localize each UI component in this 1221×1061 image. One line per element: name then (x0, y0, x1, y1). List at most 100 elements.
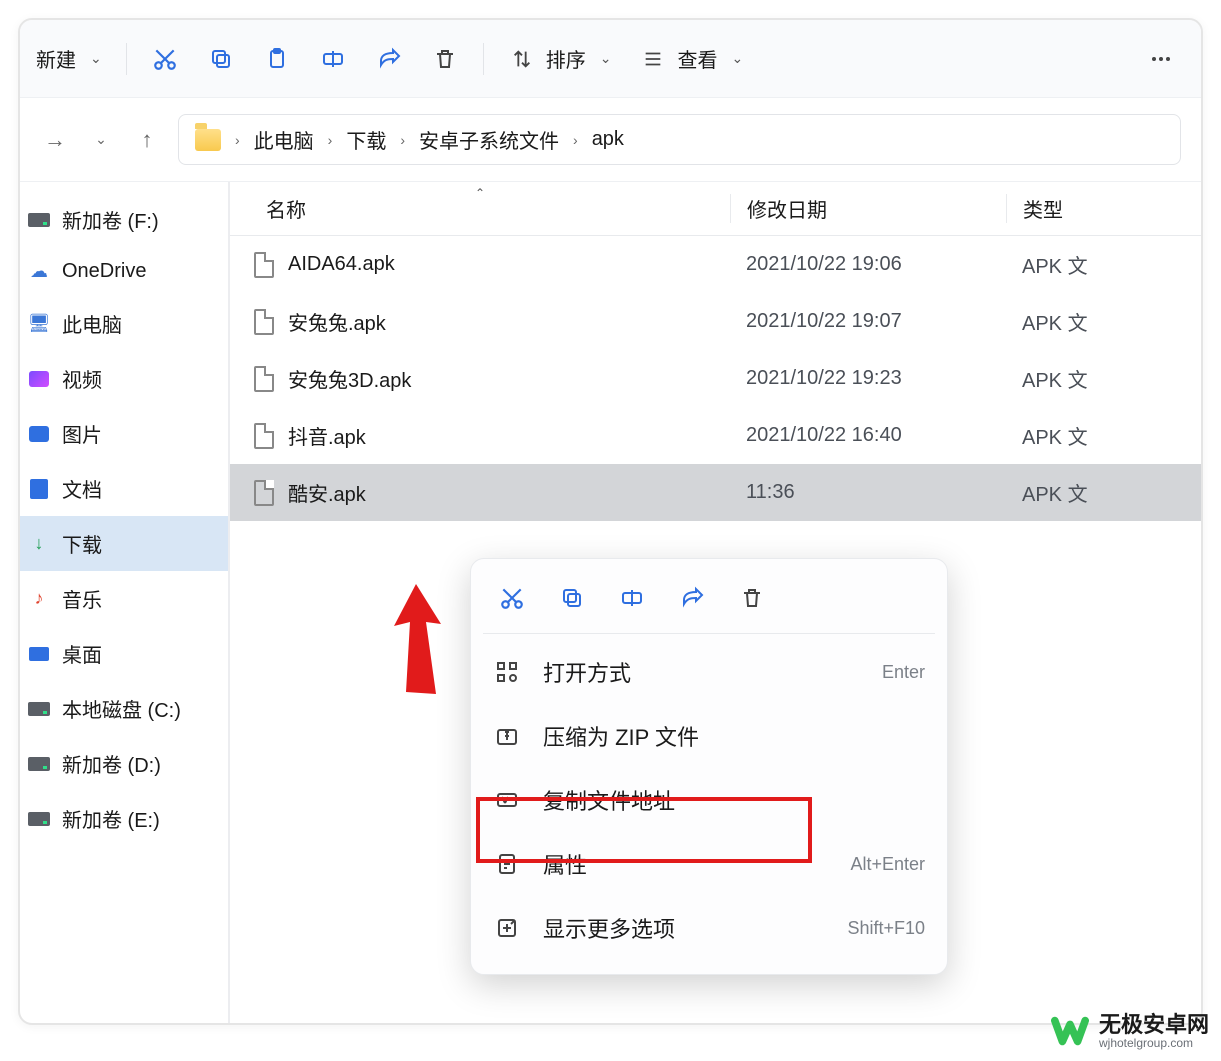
pc-icon: 🖥 (28, 313, 50, 335)
paste-button[interactable] (253, 39, 301, 79)
sidebar-item[interactable]: 图片 (20, 406, 228, 461)
drive-icon (28, 209, 50, 231)
chevron-right-icon: › (573, 132, 578, 148)
file-type: APK 文 (1006, 421, 1201, 450)
context-menu-item[interactable]: 属性 Alt+Enter (471, 832, 947, 896)
copy-icon[interactable] (557, 583, 587, 613)
separator (483, 43, 484, 75)
rename-icon[interactable] (617, 583, 647, 613)
file-type: APK 文 (1006, 307, 1201, 336)
file-row[interactable]: 安兔兔3D.apk 2021/10/22 19:23 APK 文 (230, 350, 1201, 407)
sort-button[interactable]: 排序 ⌄ (498, 38, 622, 79)
file-type: APK 文 (1006, 478, 1201, 507)
sidebar-item[interactable]: 新加卷 (E:) (20, 791, 228, 846)
sidebar-item[interactable]: 新加卷 (F:) (20, 192, 228, 247)
share-icon[interactable] (677, 583, 707, 613)
new-label: 新建 (36, 44, 76, 73)
watermark-title: 无极安卓网 (1099, 1014, 1209, 1036)
sidebar-item[interactable]: ☁OneDrive (20, 247, 228, 296)
file-icon (254, 366, 274, 392)
sidebar: 新加卷 (F:)☁OneDrive🖥此电脑视频图片文档 ↓下载 ♪ 音乐桌面本地磁盘 … (20, 182, 230, 1023)
desktop-icon (28, 643, 50, 665)
breadcrumb-segment[interactable]: 安卓子系统文件 (419, 125, 559, 154)
column-type[interactable]: 类型 (1006, 194, 1201, 223)
breadcrumb[interactable]: › 此电脑 › 下载 › 安卓子系统文件 › apk (178, 114, 1181, 165)
cut-icon (151, 45, 179, 73)
sidebar-item[interactable]: 🖥此电脑 (20, 296, 228, 351)
sidebar-item-label: 新加卷 (E:) (62, 804, 160, 833)
context-menu-label: 显示更多选项 (543, 912, 675, 944)
props-icon (493, 850, 521, 878)
column-name[interactable]: ⌃ 名称 (230, 194, 730, 223)
download-icon: ↓ (28, 533, 50, 555)
file-row[interactable]: 酷安.apk 11:36 APK 文 (230, 464, 1201, 521)
sidebar-item-label: 视频 (62, 364, 102, 393)
view-button[interactable]: 查看 ⌄ (629, 38, 753, 79)
file-row[interactable]: AIDA64.apk 2021/10/22 19:06 APK 文 (230, 236, 1201, 293)
separator (126, 43, 127, 75)
sort-label: 排序 (546, 44, 586, 73)
column-date[interactable]: 修改日期 (730, 194, 1006, 223)
ellipsis-icon (1147, 45, 1175, 73)
chevron-down-icon: ⌄ (600, 50, 612, 67)
chevron-right-icon: › (328, 132, 333, 148)
column-type-label: 类型 (1023, 200, 1063, 222)
sort-caret-icon: ⌃ (475, 186, 485, 200)
up-button[interactable]: ↑ (132, 125, 162, 155)
file-icon (254, 423, 274, 449)
more-button[interactable] (1137, 39, 1185, 79)
context-menu-item[interactable]: 显示更多选项 Shift+F10 (471, 896, 947, 960)
copy-button[interactable] (197, 39, 245, 79)
drive-icon (28, 753, 50, 775)
file-date: 2021/10/22 19:07 (730, 310, 1006, 333)
sidebar-item[interactable]: ♪ 音乐 (20, 571, 228, 626)
openwith-icon (493, 658, 521, 686)
trash-icon[interactable] (737, 583, 767, 613)
sidebar-item[interactable]: 新加卷 (D:) (20, 736, 228, 791)
cloud-icon: ☁ (28, 261, 50, 283)
context-menu: 打开方式 Enter 压缩为 ZIP 文件 复制文件地址 属性 Alt+Ente… (470, 558, 948, 975)
sidebar-item[interactable]: 文档 (20, 461, 228, 516)
new-button[interactable]: 新建 ⌄ (26, 38, 112, 79)
more-icon (493, 914, 521, 942)
context-menu-item[interactable]: 压缩为 ZIP 文件 (471, 704, 947, 768)
chevron-right-icon: › (235, 132, 240, 148)
view-label: 查看 (677, 44, 717, 73)
sidebar-item[interactable]: 桌面 (20, 626, 228, 681)
sidebar-item-label: 图片 (62, 419, 102, 448)
file-date: 11:36 (730, 481, 1006, 504)
file-row[interactable]: 安兔兔.apk 2021/10/22 19:07 APK 文 (230, 293, 1201, 350)
breadcrumb-segment[interactable]: apk (592, 128, 624, 151)
rename-button[interactable] (309, 39, 357, 79)
share-button[interactable] (365, 39, 413, 79)
watermark-subtitle: wjhotelgroup.com (1099, 1036, 1209, 1050)
video-icon (28, 368, 50, 390)
context-menu-label: 复制文件地址 (543, 784, 675, 816)
column-name-label: 名称 (266, 200, 306, 222)
context-menu-item[interactable]: 复制文件地址 (471, 768, 947, 832)
navbar: → ⌄ ↑ › 此电脑 › 下载 › 安卓子系统文件 › apk (20, 98, 1201, 182)
file-icon (254, 480, 274, 506)
cut-button[interactable] (141, 39, 189, 79)
breadcrumb-segment[interactable]: 此电脑 (254, 125, 314, 154)
file-type: APK 文 (1006, 364, 1201, 393)
music-icon: ♪ (28, 588, 50, 610)
file-row[interactable]: 抖音.apk 2021/10/22 16:40 APK 文 (230, 407, 1201, 464)
cut-icon[interactable] (497, 583, 527, 613)
file-icon (254, 252, 274, 278)
sidebar-item[interactable]: 本地磁盘 (C:) (20, 681, 228, 736)
delete-button[interactable] (421, 39, 469, 79)
forward-button[interactable]: → (40, 125, 70, 155)
view-icon (639, 45, 667, 73)
sidebar-item[interactable]: ↓下载 (20, 516, 228, 571)
picture-icon (28, 423, 50, 445)
drive-icon (28, 698, 50, 720)
history-dropdown[interactable]: ⌄ (86, 125, 116, 155)
sidebar-item[interactable]: 视频 (20, 351, 228, 406)
sidebar-item-label: 文档 (62, 474, 102, 503)
context-menu-item[interactable]: 打开方式 Enter (471, 640, 947, 704)
folder-icon (195, 129, 221, 151)
sidebar-item-label: 音乐 (62, 584, 102, 613)
separator (483, 633, 935, 634)
breadcrumb-segment[interactable]: 下载 (346, 125, 386, 154)
